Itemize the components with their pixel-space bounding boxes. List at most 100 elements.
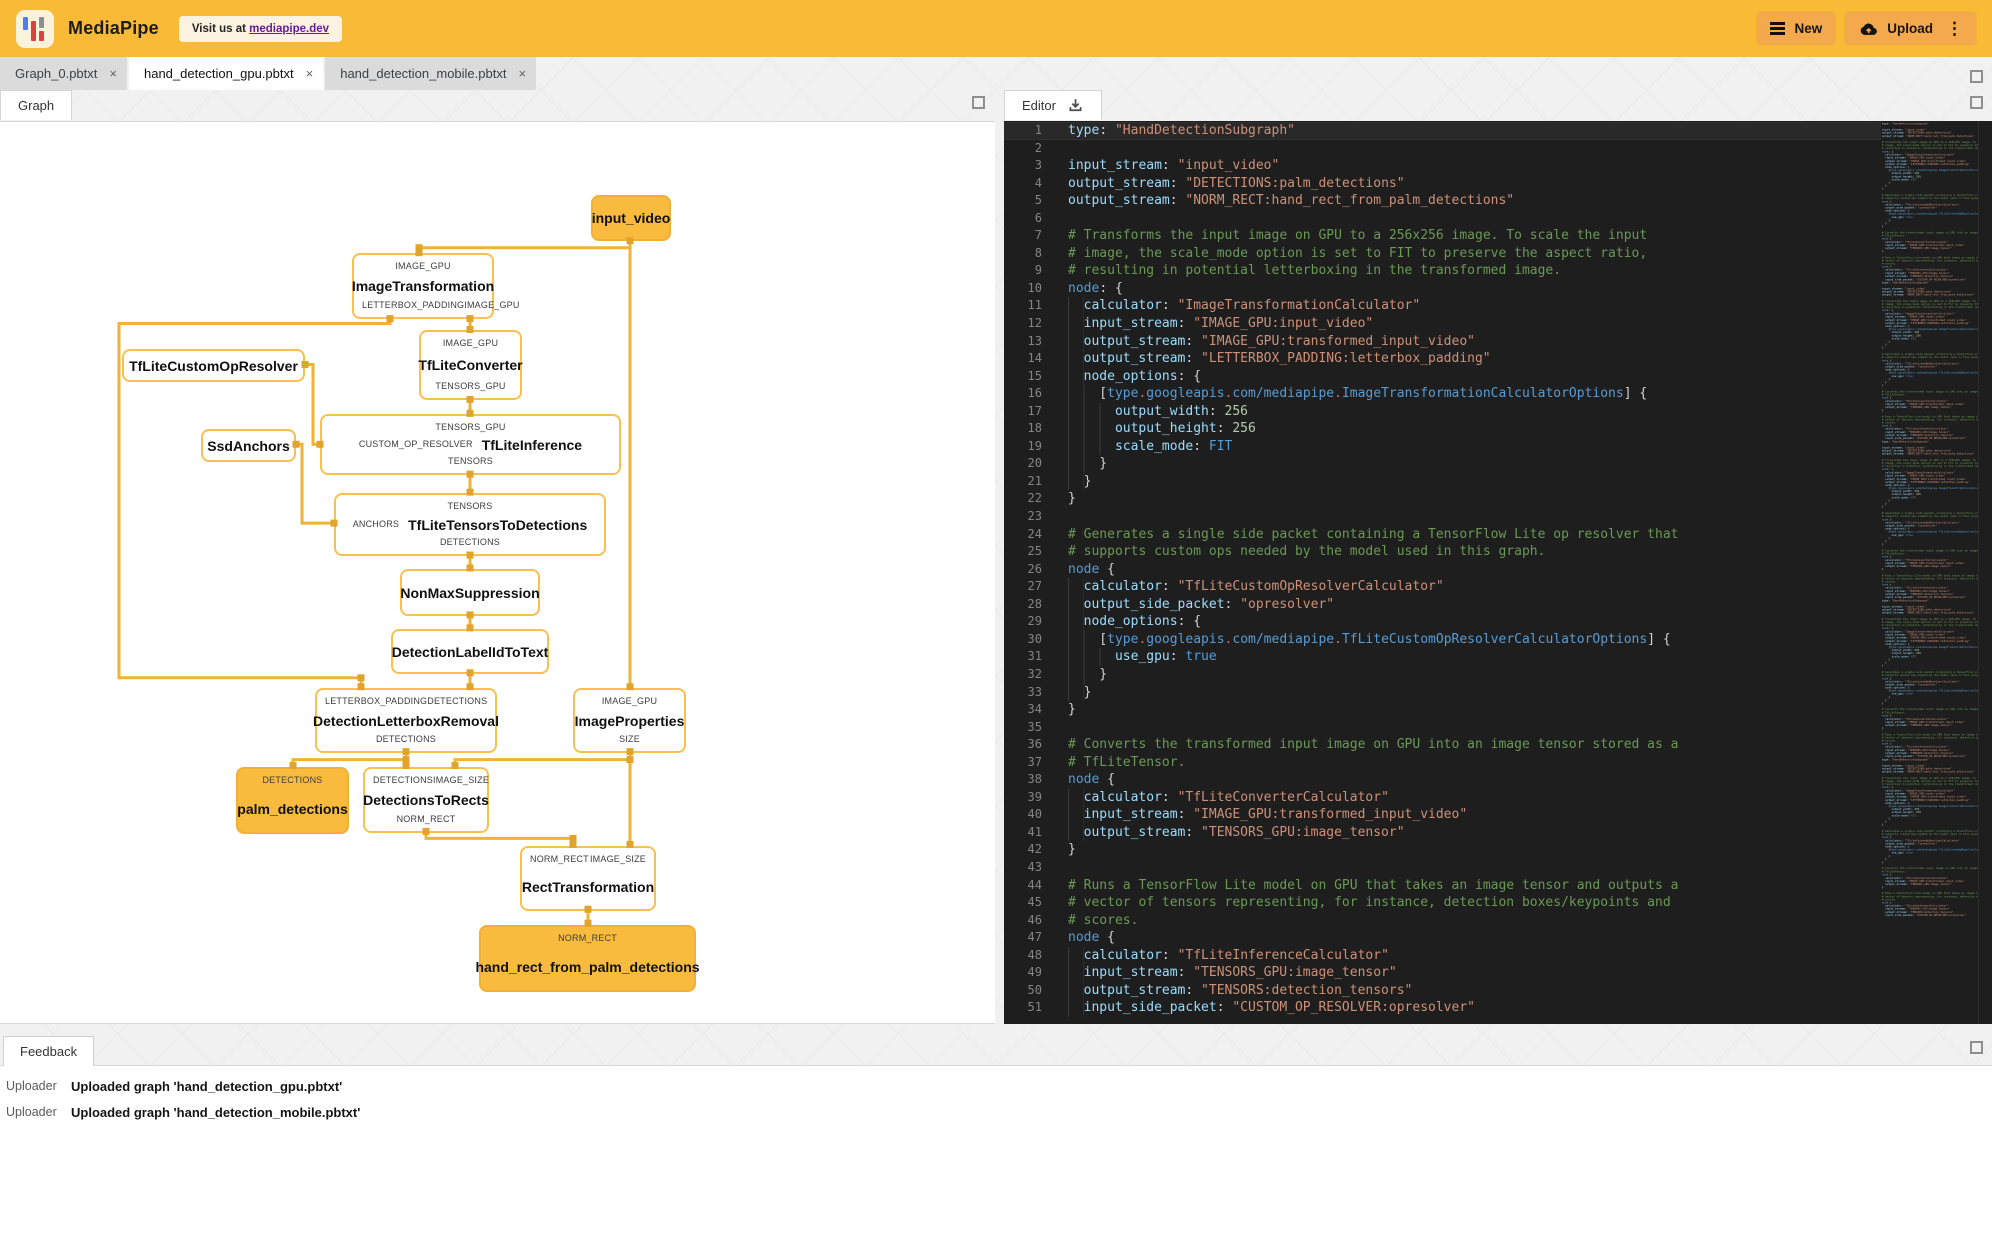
tab-feedback[interactable]: Feedback bbox=[3, 1036, 95, 1066]
port-row: TENSORS_GPU bbox=[421, 381, 520, 392]
line-number: 9 bbox=[1034, 263, 1042, 278]
port-row: NORM_RECT bbox=[365, 814, 487, 825]
graph-node-TfLiteConverter[interactable]: IMAGE_GPU TfLiteConverter TENSORS_GPU bbox=[418, 330, 523, 400]
code-line: 21} bbox=[1004, 472, 1881, 491]
feedback-source: Uploader bbox=[6, 1079, 57, 1093]
line-number: 6 bbox=[1034, 210, 1042, 225]
file-tab-hand_detection_mobile.pbtxt[interactable]: hand_detection_mobile.pbtxt × bbox=[325, 57, 537, 90]
line-number: 26 bbox=[1027, 561, 1042, 576]
port-row: IMAGE_GPU bbox=[575, 696, 684, 707]
code-line: 46 # scores. bbox=[1004, 912, 1881, 930]
code-line: 6 bbox=[1004, 210, 1881, 228]
editor-scrollbar[interactable] bbox=[1978, 121, 1992, 1024]
node-title: NonMaxSuppression bbox=[400, 584, 540, 601]
line-number: 7 bbox=[1034, 228, 1042, 243]
port-row: TENSORS bbox=[322, 456, 619, 467]
expand-tabs-icon[interactable] bbox=[1970, 70, 1983, 83]
port-label: LETTERBOX_PADDING bbox=[325, 696, 428, 706]
graph-node-input_video[interactable]: input_video bbox=[591, 195, 671, 241]
port-label: DETECTIONS bbox=[373, 775, 434, 785]
new-button[interactable]: New bbox=[1757, 12, 1836, 45]
more-options-icon[interactable]: ⋮ bbox=[1946, 19, 1963, 39]
line-number: 24 bbox=[1027, 526, 1042, 541]
expand-graph-panel-icon[interactable] bbox=[972, 96, 985, 109]
tab-editor[interactable]: Editor bbox=[1004, 90, 1102, 120]
graph-node-TfLiteTensorsToDetections[interactable]: TENSORS ANCHORS TfLiteTensorsToDetections D… bbox=[334, 493, 606, 556]
graph-node-ImageProperties[interactable]: IMAGE_GPU ImageProperties SIZE bbox=[573, 688, 686, 753]
graph-node-palm_detections[interactable]: DETECTIONS palm_detections bbox=[236, 767, 349, 834]
node-title: ImageProperties bbox=[574, 712, 685, 729]
port-label: DETECTIONS bbox=[262, 775, 323, 785]
port-label: DETECTIONS bbox=[427, 696, 488, 706]
graph-node-DetectionLabelIdToText[interactable]: DetectionLabelIdToText bbox=[391, 629, 549, 674]
port-label: TENSORS_GPU bbox=[435, 422, 506, 432]
app-header: MediaPipe Visit us at mediapipe.dev New … bbox=[0, 0, 1992, 57]
port-row: DETECTIONS bbox=[317, 734, 495, 745]
node-title-row: ImageTransformation bbox=[352, 272, 494, 300]
close-icon[interactable]: × bbox=[109, 66, 117, 81]
port-label: NORM_RECT bbox=[396, 814, 456, 824]
expand-editor-panel-icon[interactable] bbox=[1970, 96, 1983, 109]
code-line: 1 type: "HandDetectionSubgraph" bbox=[1004, 122, 1881, 140]
code-line: 49 input_stream: "TENSORS_GPU:image_tenso… bbox=[1004, 964, 1881, 982]
node-title: DetectionLabelIdToText bbox=[391, 643, 549, 660]
node-title: palm_detections bbox=[237, 801, 348, 817]
line-number: 17 bbox=[1027, 403, 1042, 418]
graph-node-DetectionLetterboxRemoval[interactable]: LETTERBOX_PADDING DETECTIONS DetectionLett… bbox=[313, 688, 499, 753]
menu-lines-icon bbox=[1770, 22, 1786, 25]
download-icon[interactable] bbox=[1067, 97, 1084, 114]
line-number: 46 bbox=[1027, 912, 1042, 927]
code-line: 12 input_stream: "IMAGE_GPU:input_video" bbox=[1004, 315, 1881, 333]
line-number: 28 bbox=[1027, 596, 1042, 611]
line-number: 41 bbox=[1027, 824, 1042, 839]
line-number: 43 bbox=[1027, 859, 1042, 874]
port-label: IMAGE_GPU bbox=[601, 696, 658, 706]
graph-canvas[interactable]: input_video IMAGE_GPU ImageTransformation L… bbox=[0, 121, 995, 1024]
mediapipe-dev-link[interactable]: mediapipe.dev bbox=[249, 23, 329, 35]
graph-node-RectTransformation[interactable]: NORM_RECT IMAGE_SIZE RectTransformation bbox=[520, 846, 656, 911]
line-number: 40 bbox=[1027, 807, 1042, 822]
port-label: DETECTIONS bbox=[439, 537, 500, 547]
file-tab-Graph_0.pbtxt[interactable]: Graph_0.pbtxt × bbox=[0, 57, 127, 90]
code-line: 43 bbox=[1004, 859, 1881, 877]
line-number: 22 bbox=[1027, 491, 1042, 506]
code-line: 41 output_stream: "TENSORS_GPU:image_tens… bbox=[1004, 823, 1881, 842]
graph-node-ImageTransformation[interactable]: IMAGE_GPU ImageTransformation LETTERBOX_PA… bbox=[352, 253, 519, 319]
expand-feedback-panel-icon[interactable] bbox=[1970, 1041, 1983, 1054]
code-line: 28 output_side_packet: "opresolver" bbox=[1004, 595, 1881, 614]
file-tab-hand_detection_gpu.pbtxt[interactable]: hand_detection_gpu.pbtxt × bbox=[128, 57, 324, 90]
line-number: 45 bbox=[1027, 895, 1042, 910]
line-number: 27 bbox=[1027, 579, 1042, 594]
code-line: 18 output_height: 256 bbox=[1004, 420, 1881, 438]
graph-node-TfLiteCustomOpResolver[interactable]: TfLiteCustomOpResolver bbox=[122, 349, 305, 382]
graph-node-NonMaxSuppression[interactable]: NonMaxSuppression bbox=[400, 569, 540, 616]
line-number: 38 bbox=[1027, 772, 1042, 787]
line-number: 10 bbox=[1027, 280, 1042, 295]
line-number: 5 bbox=[1034, 193, 1042, 208]
node-title: SsdAnchors bbox=[207, 437, 290, 454]
code-line: 51 input_side_packet: "CUSTOM_OP_RESOLVER… bbox=[1004, 999, 1881, 1017]
graph-node-SsdAnchors[interactable]: SsdAnchors bbox=[201, 429, 296, 462]
code-line: 31 use_gpu: true bbox=[1004, 648, 1881, 666]
code-line: 36 # Converts the transformed input image… bbox=[1004, 736, 1881, 754]
close-icon[interactable]: × bbox=[306, 66, 314, 81]
line-number: 16 bbox=[1027, 386, 1042, 401]
code-editor[interactable]: 1 type: "HandDetectionSubgraph" 2 3 input_st… bbox=[1004, 121, 1881, 1024]
close-icon[interactable]: × bbox=[518, 66, 526, 81]
graph-node-DetectionsToRects[interactable]: DETECTIONS IMAGE_SIZE DetectionsToRects NOR… bbox=[363, 767, 489, 833]
line-number: 14 bbox=[1027, 351, 1042, 366]
code-line: 50 output_stream: "TENSORS:detection_tens… bbox=[1004, 981, 1881, 1000]
code-line: 20} bbox=[1004, 455, 1881, 473]
node-title: RectTransformation bbox=[521, 879, 655, 895]
code-line: 38 node { bbox=[1004, 771, 1881, 789]
code-line: 4 output_stream: "DETECTIONS:palm_detecti… bbox=[1004, 175, 1881, 193]
port-label: ANCHORS bbox=[352, 519, 400, 529]
upload-button[interactable]: Upload ⋮ bbox=[1845, 12, 1976, 45]
minimap[interactable]: type: "HandDetectionSubgraph" input_strea… bbox=[1881, 121, 1979, 1024]
tab-graph[interactable]: Graph bbox=[0, 90, 73, 120]
graph-node-TfLiteInference[interactable]: TENSORS_GPU CUSTOM_OP_RESOLVER TfLiteInfer… bbox=[320, 414, 621, 475]
line-number: 42 bbox=[1027, 842, 1042, 857]
graph-node-hand_rect_from_palm_detections[interactable]: NORM_RECT hand_rect_from_palm_detections bbox=[475, 925, 700, 992]
code-line: 39 calculator: "TfLiteConverterCalculator… bbox=[1004, 788, 1881, 807]
cloud-upload-icon bbox=[1860, 23, 1878, 35]
